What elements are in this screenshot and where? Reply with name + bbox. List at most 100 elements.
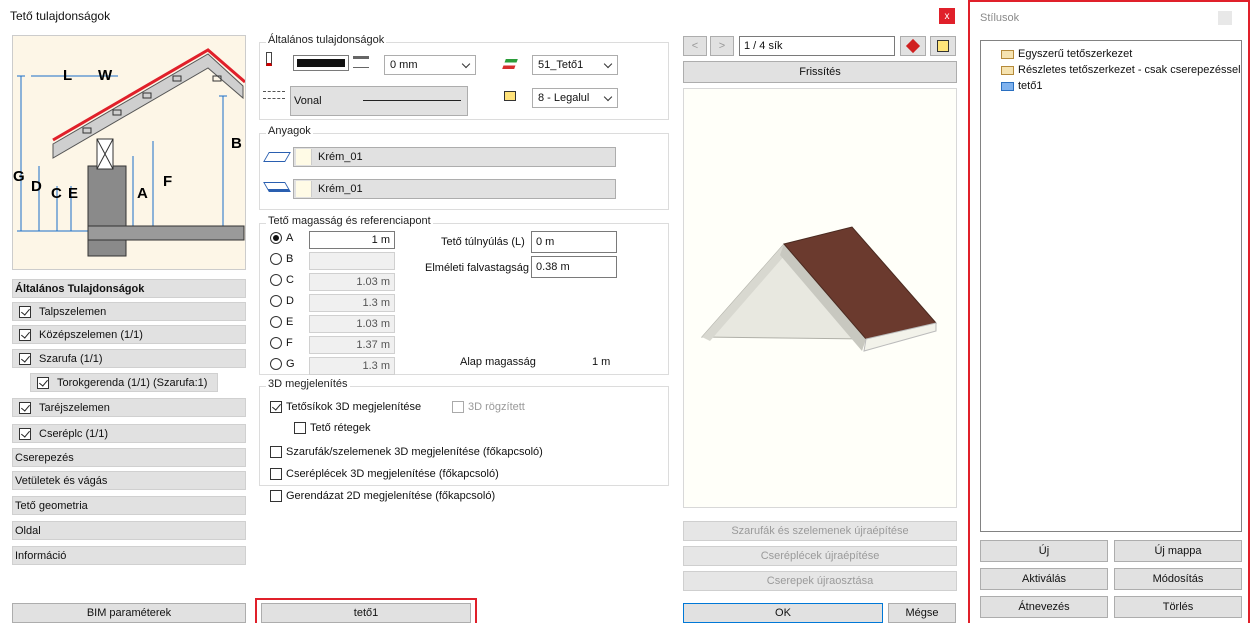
nav-item-cserepl[interactable]: Cseréplc (1/1) <box>12 424 246 443</box>
height-a-input[interactable]: 1 m <box>309 231 395 249</box>
checkbox[interactable] <box>19 427 31 440</box>
roof-planes-3d-toggle[interactable]: Tetősíkok 3D megjelenítése <box>270 401 421 413</box>
styles-panel: Stílusok Egyszerű tetőszerkezet Részlete… <box>968 0 1250 623</box>
height-g-value: 1.3 m <box>362 360 390 372</box>
next-plane-button[interactable]: > <box>710 36 734 56</box>
checkbox[interactable] <box>19 305 31 318</box>
checkbox[interactable] <box>19 328 31 341</box>
checkbox[interactable] <box>270 468 282 480</box>
nav-label: Tető geometria <box>15 499 88 512</box>
checkbox[interactable] <box>270 490 282 502</box>
delete-button[interactable]: Törlés <box>1114 596 1242 618</box>
nav-item-szarufa[interactable]: Szarufa (1/1) <box>12 349 246 368</box>
beams-2d-toggle[interactable]: Gerendázat 2D megjelenítése (főkapcsoló) <box>270 490 495 502</box>
label-C: C <box>51 185 62 202</box>
ok-button[interactable]: OK <box>683 603 883 623</box>
roof-layers-toggle[interactable]: Tető rétegek <box>294 422 371 434</box>
chevron-down-icon <box>603 92 613 102</box>
refresh-button[interactable]: Frissítés <box>683 61 957 83</box>
height-e-value: 1.03 m <box>356 318 390 330</box>
radio-e[interactable] <box>270 316 282 328</box>
battens-3d-toggle[interactable]: Cseréplécek 3D megjelenítése (főkapcsoló… <box>270 468 499 480</box>
wall-thickness-input[interactable]: 0.38 m <box>531 256 617 278</box>
styles-close-icon[interactable] <box>1218 11 1232 25</box>
checkbox[interactable] <box>19 401 31 414</box>
nav-item-talpszelemen[interactable]: Talpszelemen <box>12 302 246 321</box>
plane-counter-value: 1 / 4 sík <box>744 40 783 52</box>
tree-item-simple[interactable]: Egyszerű tetőszerkezet <box>1001 48 1132 60</box>
height-c-input: 1.03 m <box>309 273 395 291</box>
line-weight-icon[interactable] <box>353 56 369 68</box>
rename-button[interactable]: Átnevezés <box>980 596 1108 618</box>
pen-icon[interactable] <box>266 52 272 66</box>
ref-row-b[interactable]: B <box>270 253 293 265</box>
tree-item-detailed[interactable]: Részletes tetőszerkezet - csak cserepezé… <box>1001 64 1241 76</box>
ref-label: C <box>286 274 294 286</box>
thickness-value: 0 mm <box>390 59 418 71</box>
radio-a[interactable] <box>270 232 282 244</box>
overhang-input[interactable]: 0 m <box>531 231 617 253</box>
layer-value: 51_Tető1 <box>538 59 584 71</box>
checkbox[interactable] <box>19 352 31 365</box>
bim-parameters-button[interactable]: BIM paraméterek <box>12 603 246 623</box>
nav-general-properties[interactable]: Általános Tulajdonságok <box>12 279 246 298</box>
ref-row-a[interactable]: A <box>270 232 293 244</box>
height-d-input: 1.3 m <box>309 294 395 312</box>
new-style-button[interactable]: Új <box>980 540 1108 562</box>
ref-row-d[interactable]: D <box>270 295 294 307</box>
checkbox[interactable] <box>270 401 282 413</box>
layer-combo[interactable]: 51_Tető1 <box>532 55 618 75</box>
roof-3d-render <box>700 226 937 352</box>
ref-label: A <box>286 232 294 244</box>
radio-f[interactable] <box>270 337 282 349</box>
checkbox <box>452 401 464 413</box>
top-material-field[interactable]: Krém_01 <box>293 147 616 167</box>
styles-tree: Egyszerű tetőszerkezet Részletes tetősze… <box>980 40 1242 532</box>
close-button[interactable]: x <box>939 8 955 24</box>
rebuild-battens-label: Cseréplécek újraépítése <box>760 550 880 562</box>
line-type-field[interactable]: Vonal <box>290 86 468 116</box>
nav-vetuletek[interactable]: Vetületek és vágás <box>12 471 246 490</box>
nav-oldal[interactable]: Oldal <box>12 521 246 540</box>
rafters-3d-toggle[interactable]: Szarufák/szelemenek 3D megjelenítése (fő… <box>270 446 543 458</box>
checkbox[interactable] <box>270 446 282 458</box>
nav-informacio[interactable]: Információ <box>12 546 246 565</box>
radio-b[interactable] <box>270 253 282 265</box>
nav-item-torokgerenda[interactable]: Torokgerenda (1/1) (Szarufa:1) <box>30 373 218 392</box>
nav-teto-geometria[interactable]: Tető geometria <box>12 496 246 515</box>
thickness-combo[interactable]: 0 mm <box>384 55 476 75</box>
nav-item-kozepszelemen[interactable]: Középszelemen (1/1) <box>12 325 246 344</box>
radio-c[interactable] <box>270 274 282 286</box>
rebuild-battens-button[interactable]: Cseréplécek újraépítése <box>683 546 957 566</box>
battens-3d-label: Cseréplécek 3D megjelenítése (főkapcsoló… <box>286 468 499 480</box>
ref-row-e[interactable]: E <box>270 316 293 328</box>
rebuild-rafters-button[interactable]: Szarufák és szelemenek újraépítése <box>683 521 957 541</box>
new-folder-button[interactable]: Új mappa <box>1114 540 1242 562</box>
prev-plane-button[interactable]: < <box>683 36 707 56</box>
bottom-material-field[interactable]: Krém_01 <box>293 179 616 199</box>
refresh-label: Frissítés <box>799 66 841 78</box>
checkbox[interactable] <box>294 422 306 434</box>
modify-button[interactable]: Módosítás <box>1114 568 1242 590</box>
draw-order-value: 8 - Legalul <box>538 92 590 104</box>
ref-row-f[interactable]: F <box>270 337 293 349</box>
radio-d[interactable] <box>270 295 282 307</box>
activate-button[interactable]: Aktiválás <box>980 568 1108 590</box>
height-b-input <box>309 252 395 270</box>
ref-row-c[interactable]: C <box>270 274 294 286</box>
style-name-button[interactable]: tető1 <box>261 603 471 623</box>
label-F: F <box>163 173 172 190</box>
nav-item-tarejszelemen[interactable]: Taréjszelemen <box>12 398 246 417</box>
line-color-swatch[interactable] <box>293 55 349 71</box>
draw-order-combo[interactable]: 8 - Legalul <box>532 88 618 108</box>
redistribute-tiles-button[interactable]: Cserepek újraosztása <box>683 571 957 591</box>
material-view-button[interactable] <box>900 36 926 56</box>
tree-item-teto1[interactable]: tető1 <box>1001 80 1042 92</box>
nav-cserepezes[interactable]: Cserepezés <box>12 448 246 467</box>
cancel-button[interactable]: Mégse <box>888 603 956 623</box>
radio-g[interactable] <box>270 358 282 370</box>
ref-row-g[interactable]: G <box>270 358 295 370</box>
3d-view-button[interactable] <box>930 36 956 56</box>
line-type-icon[interactable] <box>263 91 285 99</box>
checkbox[interactable] <box>37 376 49 389</box>
